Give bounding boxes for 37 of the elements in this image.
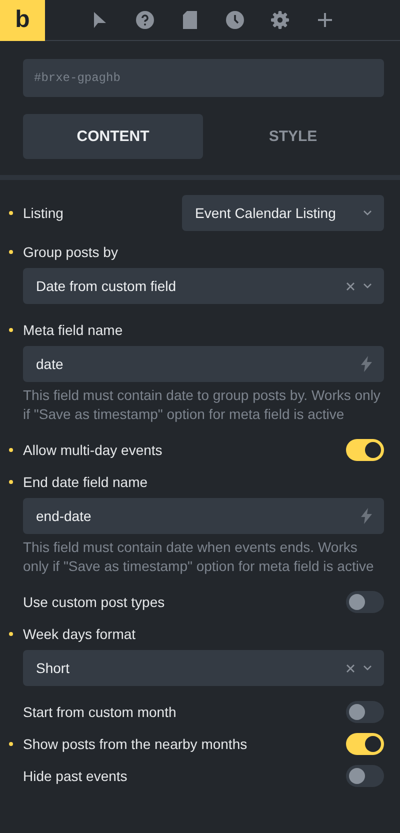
logo[interactable]: b [0, 0, 45, 40]
text-field[interactable]: date [23, 346, 384, 382]
control-label: Hide past events [23, 768, 128, 784]
tab[interactable]: CONTENT [23, 114, 203, 159]
toggle-switch[interactable] [346, 701, 384, 723]
toggle-switch[interactable] [346, 591, 384, 613]
control-label: Start from custom month [23, 704, 176, 720]
toggle-switch[interactable] [346, 439, 384, 461]
tab[interactable]: STYLE [203, 114, 383, 159]
help-icon [136, 11, 154, 29]
control-label: Meta field name [23, 322, 123, 338]
clear-icon[interactable] [346, 664, 355, 672]
help-text: This field must contain date when events ends. Works only if "Save as timestamp" option for meta field is active [23, 538, 375, 576]
control-label: Group posts by [23, 244, 118, 260]
control-label: Week days format [23, 626, 136, 642]
select-field[interactable]: Short [23, 650, 384, 686]
toggle-switch[interactable] [346, 765, 384, 787]
add-icon [318, 13, 332, 27]
chevron-down-icon [363, 210, 372, 216]
toggle-switch[interactable] [346, 733, 384, 755]
help-text: This field must contain date to group posts by. Works only if "Save as timestamp" option for meta field is active [23, 386, 382, 424]
control-label: Listing [23, 205, 64, 221]
text-field[interactable]: end-date [23, 498, 384, 534]
control-label: Show posts from the nearby months [23, 736, 248, 752]
select-field[interactable]: Event Calendar Listing [182, 195, 384, 231]
select-field[interactable]: Date from custom field [23, 268, 384, 304]
control-label: Allow multi-day events [23, 442, 162, 458]
chevron-down-icon [363, 665, 372, 671]
id-field[interactable]: #brxe-gpaghb [23, 59, 384, 97]
control-label: End date field name [23, 474, 148, 490]
control-label: Use custom post types [23, 594, 165, 610]
page-icon [182, 11, 196, 29]
clear-icon[interactable] [346, 282, 355, 290]
pointer-icon [92, 11, 106, 29]
chevron-down-icon [363, 283, 372, 289]
clock-icon [226, 11, 244, 29]
settings-icon [270, 11, 288, 29]
